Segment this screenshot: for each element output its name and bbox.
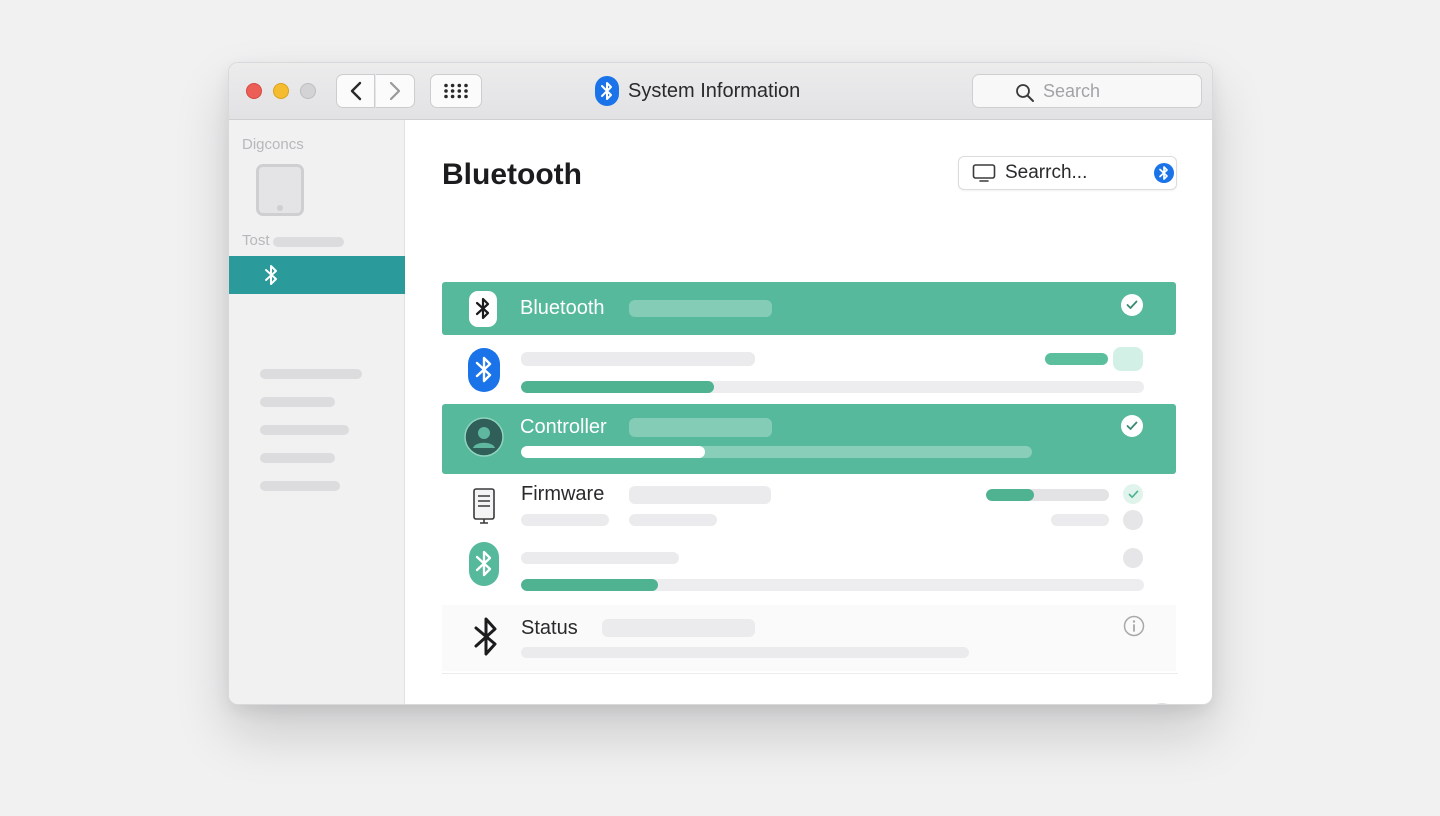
toolbar-search-field[interactable]: Search [972,74,1202,108]
zoom-window-button[interactable] [300,83,316,99]
row-value-placeholder [629,418,772,437]
row-title-placeholder [521,552,679,564]
row-detail-placeholder [629,514,717,526]
back-button[interactable] [336,74,375,108]
sidebar-item-placeholder[interactable] [260,369,362,379]
sidebar-item-placeholder[interactable] [260,453,335,463]
progress-fill [521,579,659,591]
bluetooth-icon [474,617,497,656]
list-row-firmware[interactable]: Firmware [442,480,1176,538]
main-content: Bluetooth Searrch... Bluetooth Controlle… [406,120,1212,704]
list-row-bluetooth[interactable]: Bluetooth [442,282,1176,335]
info-icon[interactable] [1123,615,1145,637]
check-badge [1121,415,1143,437]
content-search-label: Searrch... [1005,162,1088,183]
sidebar-item-placeholder[interactable] [260,397,335,407]
row-value-placeholder [629,300,772,317]
row-detail-placeholder [1051,514,1109,526]
check-icon [1126,421,1138,430]
close-window-button[interactable] [246,83,262,99]
sidebar-item-placeholder[interactable] [260,481,340,491]
title-bar: System Information Search [229,63,1212,120]
check-badge [1123,484,1143,504]
progress-bar [521,579,1144,591]
bluetooth-icon [265,265,277,285]
sidebar-group-label: Digconcs [242,136,304,153]
progress-fill [521,446,705,458]
progress-bar [986,489,1109,501]
row-status-placeholder [1045,353,1108,365]
firmware-icon [473,488,495,524]
controller-icon [464,417,504,457]
bluetooth-icon [469,291,497,327]
bluetooth-icon [595,76,619,106]
grid-view-button[interactable] [430,74,482,108]
bluetooth-icon [469,542,499,586]
system-information-window: System Information Search Digconcs Tost … [228,62,1213,705]
help-button[interactable]: ? [1146,703,1178,704]
row-label: Firmware [521,483,605,505]
list-row[interactable] [442,342,1176,396]
window-title: System Information [595,76,800,106]
bluetooth-icon [468,348,500,392]
row-value-placeholder [629,486,771,504]
content-divider [442,673,1178,674]
row-value-placeholder [602,619,755,637]
progress-fill [521,381,715,393]
chevron-left-icon [350,81,361,101]
list-row-controller[interactable]: Controller [442,404,1176,474]
bluetooth-icon [1154,163,1174,183]
display-icon [972,164,996,182]
row-label: Bluetooth [520,297,605,319]
check-icon [1128,490,1138,498]
page-title: Bluetooth [442,158,582,191]
row-status-dot [1123,548,1143,568]
row-status-dot [1123,510,1143,530]
minimize-window-button[interactable] [273,83,289,99]
row-detail-placeholder [521,647,969,658]
list-row-status[interactable]: Status [442,605,1176,671]
content-search-field[interactable]: Searrch... [958,156,1177,190]
progress-bar [521,446,1032,458]
sidebar: Digconcs Tost [229,120,405,704]
sidebar-item-bluetooth[interactable] [229,256,405,294]
forward-button[interactable] [376,74,415,108]
search-icon [1016,84,1034,102]
grid-icon [444,83,468,99]
progress-bar [521,381,1144,393]
row-label: Controller [520,416,607,438]
progress-fill [986,489,1034,501]
tablet-icon[interactable] [256,164,304,216]
window-title-text: System Information [628,79,801,102]
sidebar-placeholder-line [273,237,344,247]
row-status-chip [1113,347,1143,371]
row-label: Status [521,617,578,639]
check-icon [1126,300,1138,309]
check-badge [1121,294,1143,316]
toolbar-search-placeholder: Search [1043,80,1101,101]
sidebar-group-label-2: Tost [242,232,270,249]
row-detail-placeholder [521,514,609,526]
row-title-placeholder [521,352,755,366]
chevron-right-icon [389,81,401,101]
sidebar-item-placeholder[interactable] [260,425,349,435]
list-row[interactable] [442,539,1176,591]
